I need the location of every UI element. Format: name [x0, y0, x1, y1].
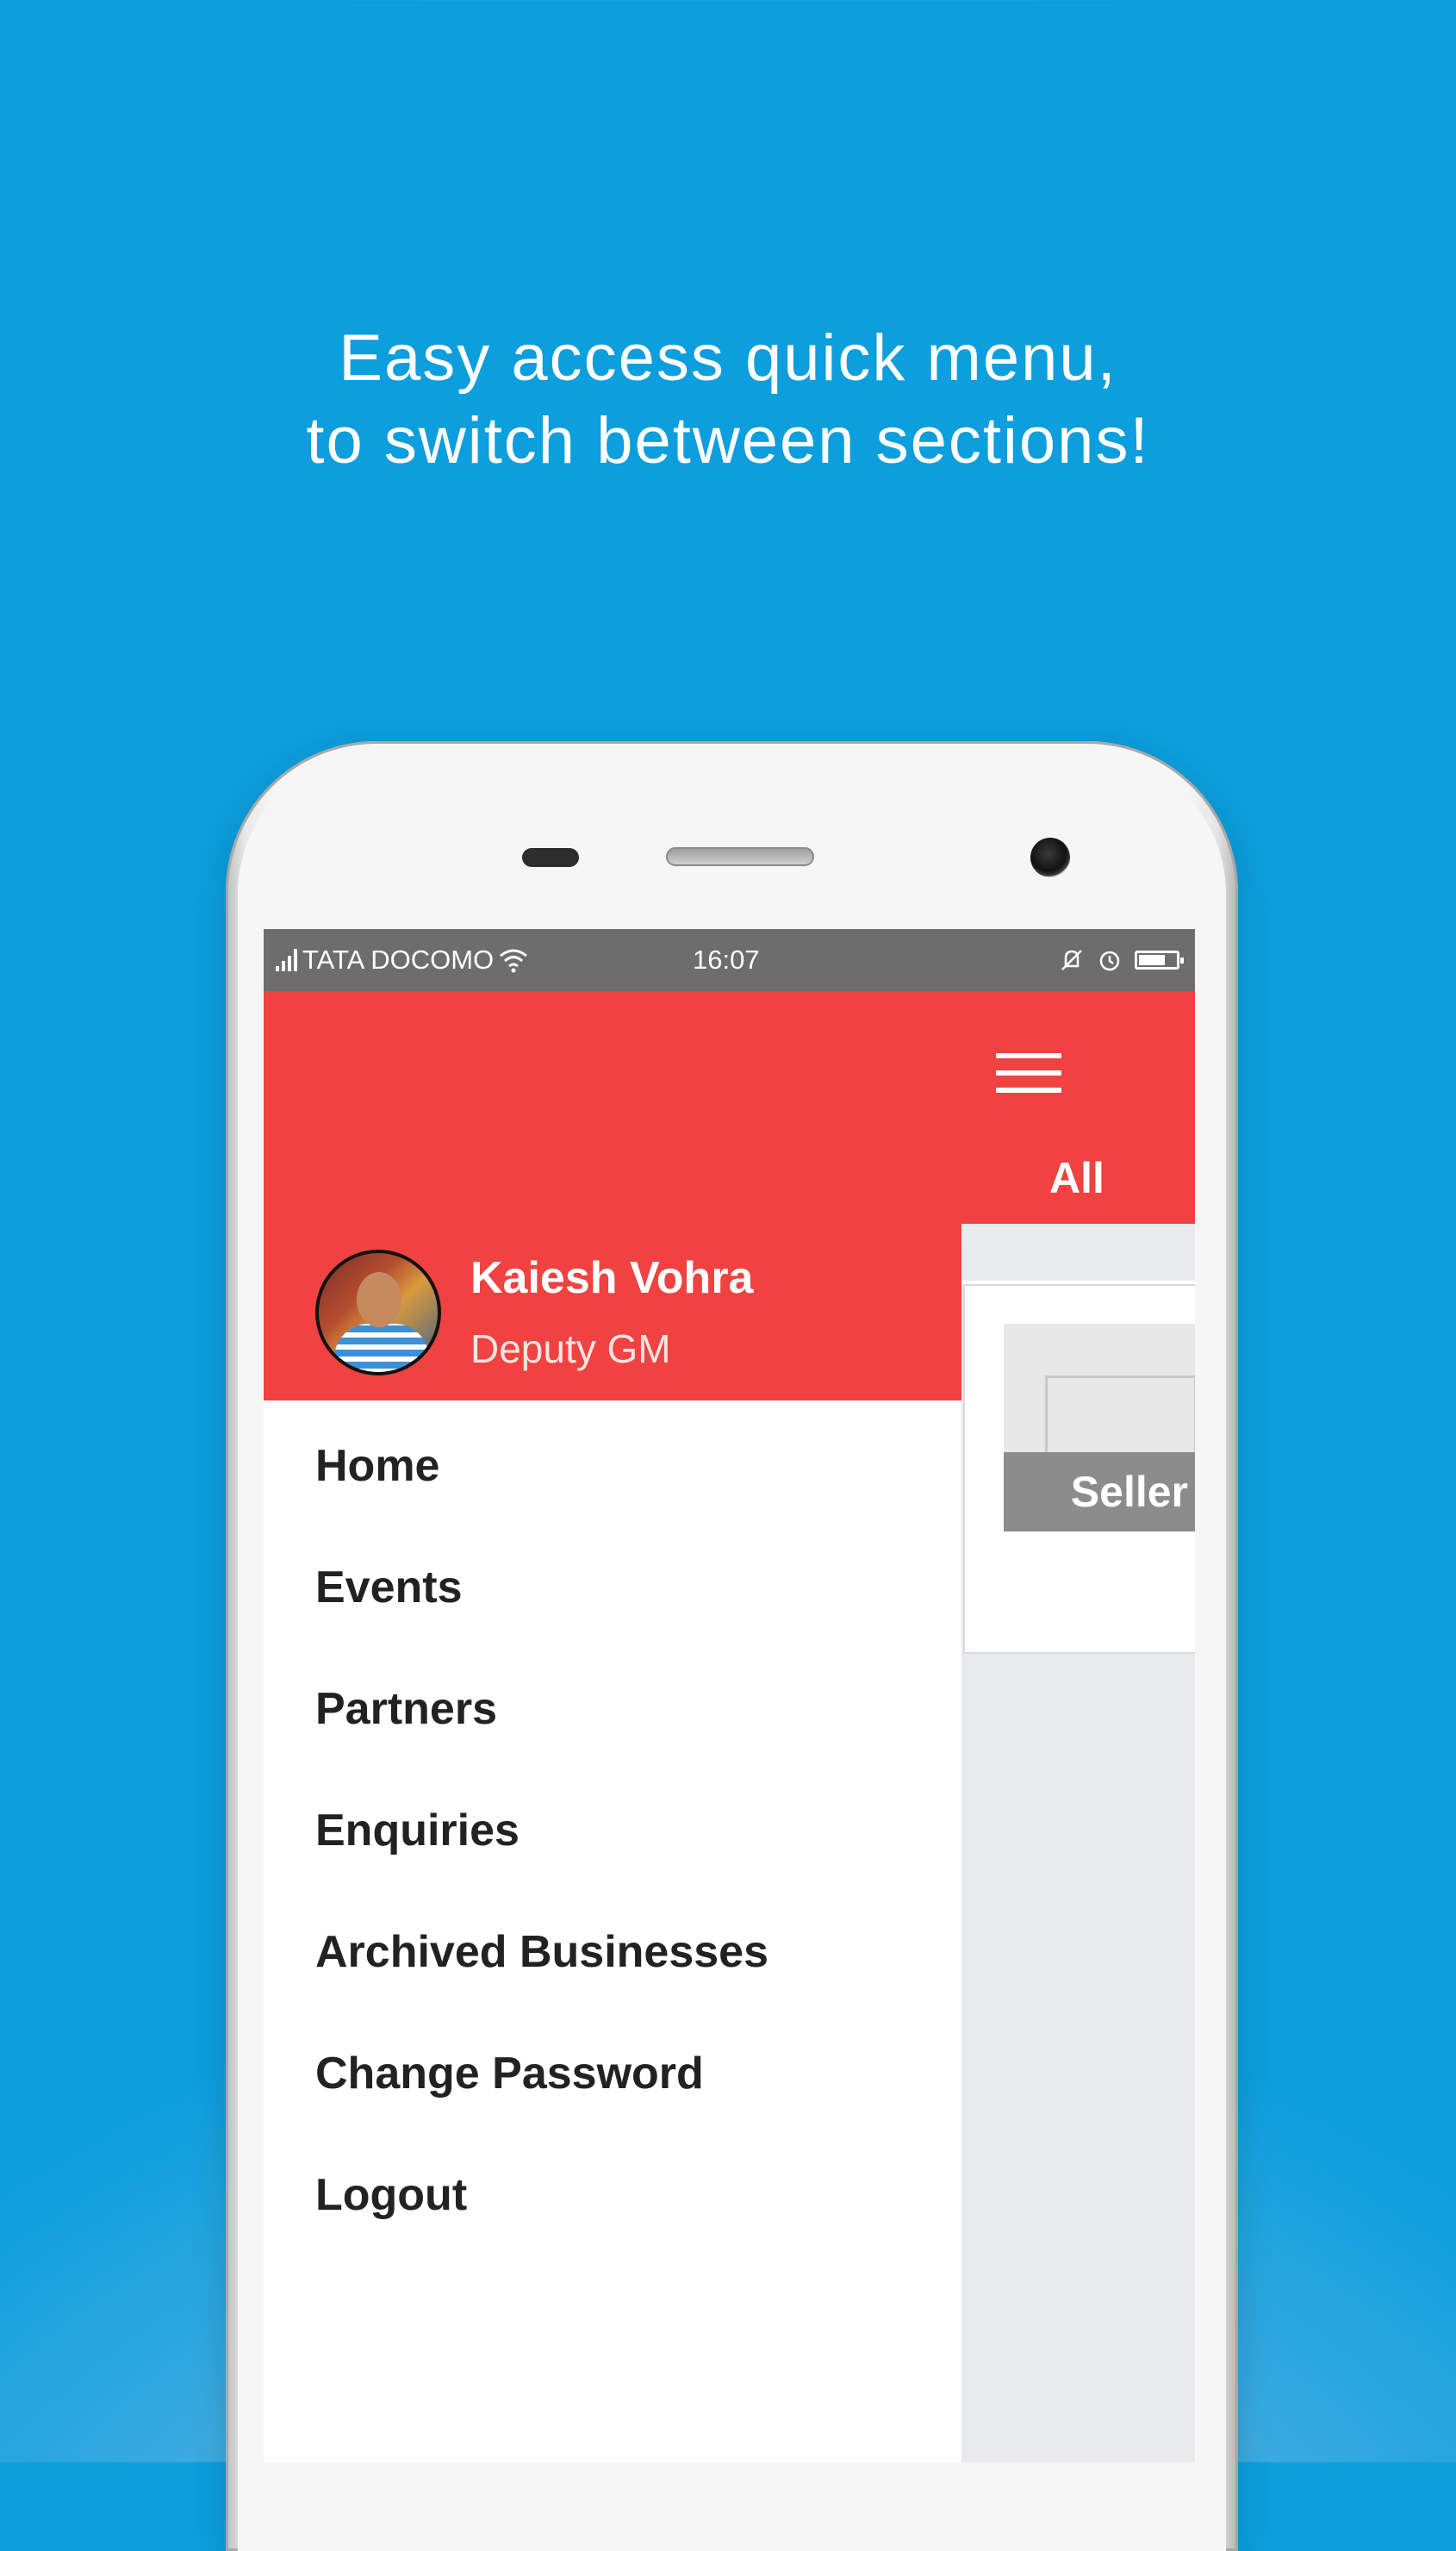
status-time: 16:07	[693, 945, 760, 975]
menu-item-archived-businesses[interactable]: Archived Businesses	[264, 1887, 961, 2008]
sensor	[522, 848, 579, 867]
navigation-drawer: Kaiesh Vohra Deputy GM Home Events Partn…	[264, 991, 961, 2462]
menu-item-logout[interactable]: Logout	[264, 2130, 961, 2251]
wifi-icon	[500, 949, 528, 973]
hamburger-menu-icon[interactable]	[996, 1053, 1061, 1096]
promo-tagline: Easy access quick menu, to switch betwee…	[0, 317, 1456, 483]
user-name: Kaiesh Vohra	[470, 1253, 754, 1303]
seller-card-label: Seller	[1004, 1452, 1195, 1531]
alarm-icon	[1099, 951, 1120, 971]
menu-item-enquiries[interactable]: Enquiries	[264, 1765, 961, 1887]
earpiece-speaker	[666, 847, 814, 866]
phone-screen: TATA DOCOMO 16:07 All Seller Kaiesh Vohr…	[264, 929, 1195, 2462]
carrier-label: TATA DOCOMO	[302, 945, 495, 975]
user-role: Deputy GM	[470, 1326, 671, 1371]
battery-icon	[1135, 951, 1184, 970]
avatar[interactable]	[315, 1250, 441, 1375]
menu-item-partners[interactable]: Partners	[264, 1643, 961, 1765]
front-camera	[1030, 838, 1070, 877]
menu-item-events[interactable]: Events	[264, 1522, 961, 1643]
menu-item-change-password[interactable]: Change Password	[264, 2008, 961, 2130]
tab-all[interactable]: All	[1049, 1153, 1104, 1203]
status-left: TATA DOCOMO	[276, 929, 528, 991]
status-right	[1059, 929, 1184, 991]
drawer-menu: Home Events Partners Enquiries Archived …	[264, 1400, 961, 2251]
mute-icon	[1061, 950, 1082, 970]
status-bar: TATA DOCOMO 16:07	[264, 929, 1195, 991]
promo-line-1: Easy access quick menu,	[339, 321, 1117, 395]
promo-line-2: to switch between sections!	[306, 404, 1150, 477]
seller-card[interactable]: Seller	[963, 1284, 1195, 1654]
menu-item-home[interactable]: Home	[264, 1400, 961, 1522]
signal-icon	[276, 949, 297, 971]
content-divider	[961, 1224, 1195, 1250]
drawer-header: Kaiesh Vohra Deputy GM	[264, 991, 961, 1400]
